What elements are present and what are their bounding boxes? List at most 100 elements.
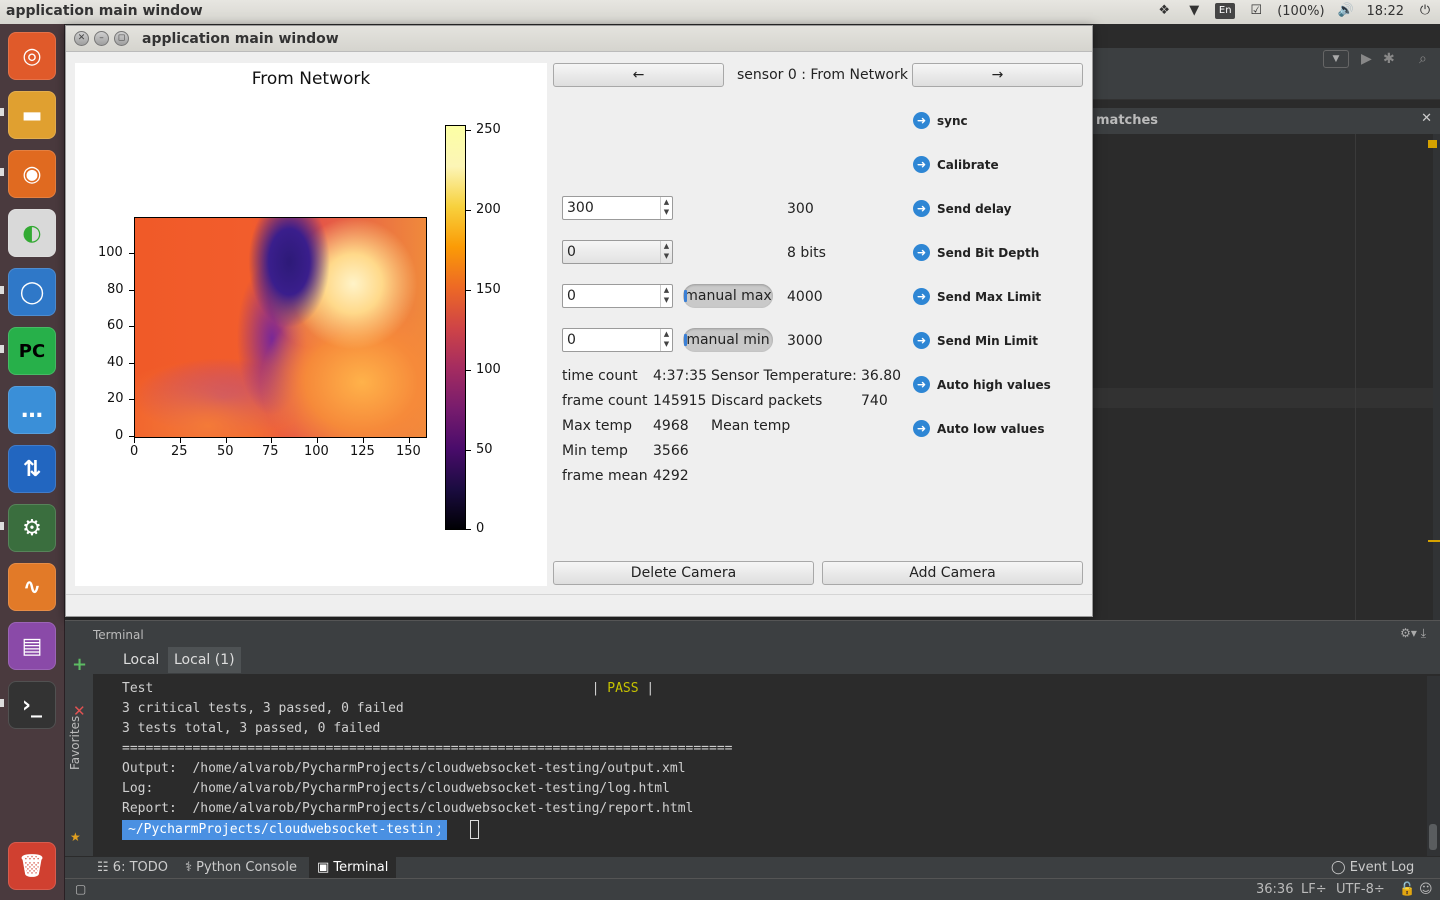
wifi-icon[interactable]: ▼ bbox=[1185, 3, 1203, 19]
maximize-window-icon[interactable]: ◻ bbox=[114, 31, 129, 46]
gears-icon[interactable]: ⚙ bbox=[8, 504, 56, 552]
auto-low-values-button[interactable]: ➜ Auto low values bbox=[913, 420, 1044, 437]
colorbar-tick: 0 bbox=[476, 521, 485, 536]
manual-min-toggle[interactable]: manual min bbox=[683, 328, 773, 352]
colorbar bbox=[445, 125, 466, 530]
line-separator[interactable]: LF÷ bbox=[1301, 882, 1327, 897]
text-editor-icon[interactable]: ▤ bbox=[8, 622, 56, 670]
arrow-right-icon: ➜ bbox=[913, 200, 930, 217]
terminal-header: Terminal ⚙▾ ⤓ bbox=[65, 620, 1440, 644]
send-min-limit-button[interactable]: ➜ Send Min Limit bbox=[913, 332, 1038, 349]
messenger-icon[interactable]: … bbox=[8, 386, 56, 434]
matches-title: matches bbox=[1096, 113, 1159, 128]
battery-status[interactable]: (100%) bbox=[1277, 4, 1324, 19]
frame-mean-label: frame mean bbox=[562, 468, 648, 484]
close-window-icon[interactable]: ✕ bbox=[74, 31, 89, 46]
caret-position[interactable]: 36:36 bbox=[1256, 882, 1293, 897]
editor-scrollbar[interactable] bbox=[1433, 134, 1440, 644]
prev-sensor-button[interactable]: ← bbox=[553, 63, 724, 87]
bit-depth-value: 8 bits bbox=[787, 245, 826, 261]
run-icon[interactable]: ▶ bbox=[1361, 51, 1372, 67]
spin-arrows-icon[interactable]: ▲ ▼ bbox=[660, 329, 672, 351]
colorbar-tick: 250 bbox=[476, 122, 501, 137]
files-icon[interactable]: ▬ bbox=[8, 91, 56, 139]
max-spinbox[interactable]: 0 ▲ ▼ bbox=[562, 284, 673, 308]
arrow-right-icon: ➜ bbox=[913, 376, 930, 393]
bit-depth-spinbox[interactable]: 0 ▲ ▼ bbox=[562, 240, 673, 264]
close-icon[interactable]: ✕ bbox=[1421, 111, 1432, 126]
window-titlebar[interactable]: ✕ – ◻ application main window bbox=[66, 26, 1092, 52]
terminal-line: ========================================… bbox=[122, 741, 733, 756]
send-delay-button[interactable]: ➜ Send delay bbox=[913, 200, 1011, 217]
delete-camera-button[interactable]: Delete Camera bbox=[553, 561, 814, 585]
file-encoding[interactable]: UTF-8÷ bbox=[1336, 882, 1385, 897]
time-count-value: 4:37:35 bbox=[653, 368, 707, 384]
terminal-scrollbar[interactable] bbox=[1427, 676, 1440, 856]
favorites-label[interactable]: Favorites bbox=[68, 710, 82, 770]
pycharm-icon[interactable]: PC bbox=[8, 327, 56, 375]
delay-spinbox[interactable]: 300 ▲ ▼ bbox=[562, 196, 673, 220]
spin-arrows-icon[interactable]: ▲ ▼ bbox=[660, 285, 672, 307]
event-log-tool[interactable]: ◯ Event Log bbox=[1323, 857, 1422, 879]
y-tick: 0 bbox=[115, 428, 124, 443]
lock-icon[interactable]: 🔓 bbox=[1399, 882, 1415, 897]
discard-packets-value: 740 bbox=[861, 393, 888, 409]
debug-icon[interactable]: ✱ bbox=[1383, 51, 1395, 67]
gear-icon[interactable]: ⚙▾ ⤓ bbox=[1400, 626, 1426, 641]
plus-icon[interactable]: + bbox=[72, 654, 87, 675]
terminal-tool[interactable]: ▣ Terminal bbox=[309, 857, 397, 879]
python-console-tool[interactable]: ⚕ Python Console bbox=[177, 857, 305, 879]
spin-arrows-icon[interactable]: ▲ ▼ bbox=[660, 197, 672, 219]
window-title: application main window bbox=[142, 31, 339, 47]
dropbox-icon[interactable]: ❖ bbox=[1155, 3, 1173, 19]
max-value: 4000 bbox=[787, 289, 823, 305]
ubuntu-dash-icon[interactable]: ◎ bbox=[8, 32, 56, 80]
terminal-line: Log: /home/alvarob/PycharmProjects/cloud… bbox=[122, 781, 670, 796]
thermal-image bbox=[134, 217, 427, 438]
search-icon[interactable]: ⌕ bbox=[1419, 51, 1427, 67]
min-spinbox[interactable]: 0 ▲ ▼ bbox=[562, 328, 673, 352]
warning-marker[interactable] bbox=[1428, 140, 1437, 148]
min-value: 3000 bbox=[787, 333, 823, 349]
colorbar-tick: 50 bbox=[476, 442, 493, 457]
calibrate-button[interactable]: ➜ Calibrate bbox=[913, 156, 999, 173]
chromium-icon[interactable]: ◯ bbox=[8, 268, 56, 316]
y-tick: 100 bbox=[98, 245, 123, 260]
spin-arrows-icon[interactable]: ▲ ▼ bbox=[660, 241, 672, 263]
inspector-icon[interactable]: ☺ bbox=[1419, 882, 1433, 897]
matlab-icon[interactable]: ∿ bbox=[8, 563, 56, 611]
star-icon[interactable]: ★ bbox=[70, 830, 81, 844]
send-bit-depth-button[interactable]: ➜ Send Bit Depth bbox=[913, 244, 1039, 261]
mean-temp-label: Mean temp bbox=[711, 418, 791, 434]
run-config-dropdown[interactable]: ▼ bbox=[1323, 50, 1349, 68]
launcher: ◎ ▬ ◉ ◐ ◯ PC … ⇅ ⚙ ∿ ▤ ›_ 🗑 bbox=[0, 24, 65, 900]
manual-max-toggle[interactable]: manual max bbox=[683, 284, 773, 308]
transfer-icon[interactable]: ⇅ bbox=[8, 445, 56, 493]
plot-title: From Network bbox=[251, 69, 371, 89]
min-temp-value: 3566 bbox=[653, 443, 689, 459]
trash-icon[interactable]: 🗑 bbox=[8, 842, 56, 890]
tab-local[interactable]: Local bbox=[117, 647, 165, 673]
terminal-title: Terminal bbox=[93, 628, 144, 642]
add-camera-button[interactable]: Add Camera bbox=[822, 561, 1083, 585]
next-sensor-button[interactable]: → bbox=[912, 63, 1083, 87]
terminal-cursor[interactable] bbox=[470, 820, 479, 839]
minimize-window-icon[interactable]: – bbox=[94, 31, 109, 46]
terminal-app-icon[interactable]: ›_ bbox=[8, 681, 56, 729]
send-max-limit-button[interactable]: ➜ Send Max Limit bbox=[913, 288, 1041, 305]
settings-toggle-icon[interactable]: ◐ bbox=[8, 209, 56, 257]
auto-high-values-button[interactable]: ➜ Auto high values bbox=[913, 376, 1051, 393]
firefox-icon[interactable]: ◉ bbox=[8, 150, 56, 198]
toggle-tool-windows-icon[interactable]: ▢ bbox=[75, 882, 86, 896]
sync-button[interactable]: ➜ sync bbox=[913, 112, 968, 129]
power-icon[interactable]: ⏻ bbox=[1416, 3, 1434, 19]
colorbar-tick: 150 bbox=[476, 282, 501, 297]
volume-icon[interactable]: 🔊 bbox=[1337, 3, 1355, 19]
keyboard-layout-icon[interactable]: En bbox=[1215, 3, 1236, 19]
terminal-output[interactable]: Test | PASS | 3 critical tests, 3 passed… bbox=[93, 676, 1425, 856]
checkbox-icon[interactable]: ☑ bbox=[1247, 3, 1265, 19]
clock[interactable]: 18:22 bbox=[1367, 4, 1404, 19]
tab-local-1[interactable]: Local (1) bbox=[168, 647, 241, 673]
todo-tool[interactable]: ☷ 6: TODO bbox=[89, 857, 176, 879]
top-panel: application main window ❖ ▼ En ☑ (100%) … bbox=[0, 0, 1440, 24]
